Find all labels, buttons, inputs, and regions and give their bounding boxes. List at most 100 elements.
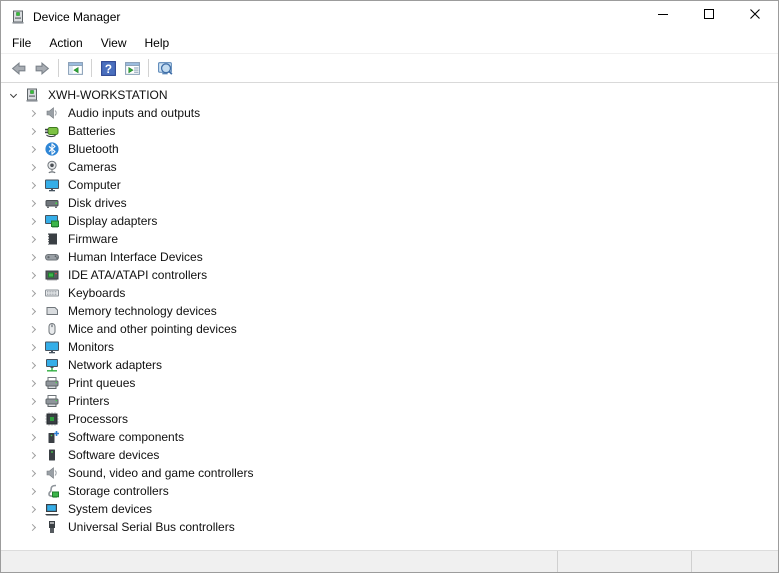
tree-item-label: Print queues	[66, 375, 137, 391]
tree-item-monitors[interactable]: Monitors	[1, 338, 778, 356]
menu-help[interactable]: Help	[136, 33, 179, 53]
statusbar	[1, 550, 778, 572]
back-arrow-icon	[10, 60, 27, 77]
properties-button[interactable]	[120, 56, 144, 80]
forward-button[interactable]	[30, 56, 54, 80]
menu-action[interactable]: Action	[40, 33, 91, 53]
tree-item-keyboards[interactable]: Keyboards	[1, 284, 778, 302]
chevron-right-icon[interactable]	[25, 411, 41, 427]
sound-controller-icon	[44, 465, 60, 481]
tree-item-label: Batteries	[66, 123, 117, 139]
chevron-right-icon[interactable]	[25, 267, 41, 283]
tree-item-label: System devices	[66, 501, 154, 517]
tree-item-label: Firmware	[66, 231, 120, 247]
chevron-right-icon[interactable]	[25, 357, 41, 373]
tree-item-firmware[interactable]: Firmware	[1, 230, 778, 248]
tree-item-computer[interactable]: Computer	[1, 176, 778, 194]
show-hide-console-tree-button[interactable]	[63, 56, 87, 80]
tree-item-ide-ata-atapi-controllers[interactable]: IDE ATA/ATAPI controllers	[1, 266, 778, 284]
chevron-right-icon[interactable]	[25, 177, 41, 193]
print-queue-icon	[44, 375, 60, 391]
tree-root-xwh-workstation[interactable]: XWH-WORKSTATION	[1, 86, 778, 104]
chevron-right-icon[interactable]	[25, 375, 41, 391]
toolbar-separator	[148, 59, 149, 77]
chevron-right-icon[interactable]	[25, 105, 41, 121]
tree-item-network-adapters[interactable]: Network adapters	[1, 356, 778, 374]
tree-item-software-devices[interactable]: Software devices	[1, 446, 778, 464]
tree-item-audio-inputs-and-outputs[interactable]: Audio inputs and outputs	[1, 104, 778, 122]
device-tree: XWH-WORKSTATION Audio inputs and outputs…	[1, 83, 778, 550]
help-icon: ?	[100, 60, 117, 77]
chevron-right-icon[interactable]	[25, 195, 41, 211]
chevron-right-icon[interactable]	[25, 249, 41, 265]
statusbar-segment	[691, 551, 778, 572]
chevron-right-icon[interactable]	[25, 285, 41, 301]
tree-item-label: Cameras	[66, 159, 119, 175]
chevron-down-icon[interactable]	[5, 87, 21, 103]
maximize-button[interactable]	[686, 1, 732, 32]
chevron-right-icon[interactable]	[25, 429, 41, 445]
maximize-icon	[701, 6, 717, 27]
toolbar: ?	[1, 54, 778, 83]
tree-item-print-queues[interactable]: Print queues	[1, 374, 778, 392]
audio-icon	[44, 105, 60, 121]
tree-item-label: IDE ATA/ATAPI controllers	[66, 267, 209, 283]
minimize-icon	[655, 6, 671, 27]
camera-icon	[44, 159, 60, 175]
tree-item-disk-drives[interactable]: Disk drives	[1, 194, 778, 212]
tree-item-label: Disk drives	[66, 195, 129, 211]
tree-item-batteries[interactable]: Batteries	[1, 122, 778, 140]
tree-item-processors[interactable]: Processors	[1, 410, 778, 428]
tree-item-printers[interactable]: Printers	[1, 392, 778, 410]
tree-item-bluetooth[interactable]: Bluetooth	[1, 140, 778, 158]
tree-item-universal-serial-bus-controllers[interactable]: Universal Serial Bus controllers	[1, 518, 778, 536]
tree-item-software-components[interactable]: Software components	[1, 428, 778, 446]
scan-for-hardware-changes-button[interactable]	[153, 56, 177, 80]
chevron-right-icon[interactable]	[25, 519, 41, 535]
tree-item-storage-controllers[interactable]: Storage controllers	[1, 482, 778, 500]
chevron-right-icon[interactable]	[25, 231, 41, 247]
hid-icon	[44, 249, 60, 265]
tree-item-cameras[interactable]: Cameras	[1, 158, 778, 176]
menu-file[interactable]: File	[3, 33, 40, 53]
chevron-right-icon[interactable]	[25, 465, 41, 481]
statusbar-segment	[1, 551, 557, 572]
device-manager-icon	[10, 9, 26, 25]
chevron-right-icon[interactable]	[25, 213, 41, 229]
back-button[interactable]	[6, 56, 30, 80]
tree-item-label: Software devices	[66, 447, 161, 463]
scan-hardware-icon	[157, 60, 174, 77]
chevron-right-icon[interactable]	[25, 393, 41, 409]
tree-item-label: Bluetooth	[66, 141, 121, 157]
tree-item-label: Memory technology devices	[66, 303, 219, 319]
tree-item-label: Universal Serial Bus controllers	[66, 519, 237, 535]
chevron-right-icon[interactable]	[25, 123, 41, 139]
chevron-right-icon[interactable]	[25, 141, 41, 157]
chevron-right-icon[interactable]	[25, 321, 41, 337]
tree-item-display-adapters[interactable]: Display adapters	[1, 212, 778, 230]
console-tree-icon	[67, 60, 84, 77]
chevron-right-icon[interactable]	[25, 447, 41, 463]
tree-item-label: Printers	[66, 393, 111, 409]
tree-item-human-interface-devices[interactable]: Human Interface Devices	[1, 248, 778, 266]
software-component-icon	[44, 429, 60, 445]
close-button[interactable]	[732, 1, 778, 32]
network-adapter-icon	[44, 357, 60, 373]
chevron-right-icon[interactable]	[25, 303, 41, 319]
properties-icon	[124, 60, 141, 77]
help-button[interactable]: ?	[96, 56, 120, 80]
tree-item-memory-technology-devices[interactable]: Memory technology devices	[1, 302, 778, 320]
minimize-button[interactable]	[640, 1, 686, 32]
tree-item-mice-and-other-pointing-devices[interactable]: Mice and other pointing devices	[1, 320, 778, 338]
chevron-right-icon[interactable]	[25, 339, 41, 355]
menubar: FileActionViewHelp	[1, 32, 778, 54]
chevron-right-icon[interactable]	[25, 483, 41, 499]
chevron-right-icon[interactable]	[25, 159, 41, 175]
tree-item-sound-video-and-game-controllers[interactable]: Sound, video and game controllers	[1, 464, 778, 482]
chevron-right-icon[interactable]	[25, 501, 41, 517]
tree-item-label: Keyboards	[66, 285, 127, 301]
tree-item-label: Storage controllers	[66, 483, 171, 499]
tree-item-system-devices[interactable]: System devices	[1, 500, 778, 518]
menu-view[interactable]: View	[92, 33, 136, 53]
device-manager-window: Device Manager FileActionViewHelp ? XWH-…	[0, 0, 779, 573]
